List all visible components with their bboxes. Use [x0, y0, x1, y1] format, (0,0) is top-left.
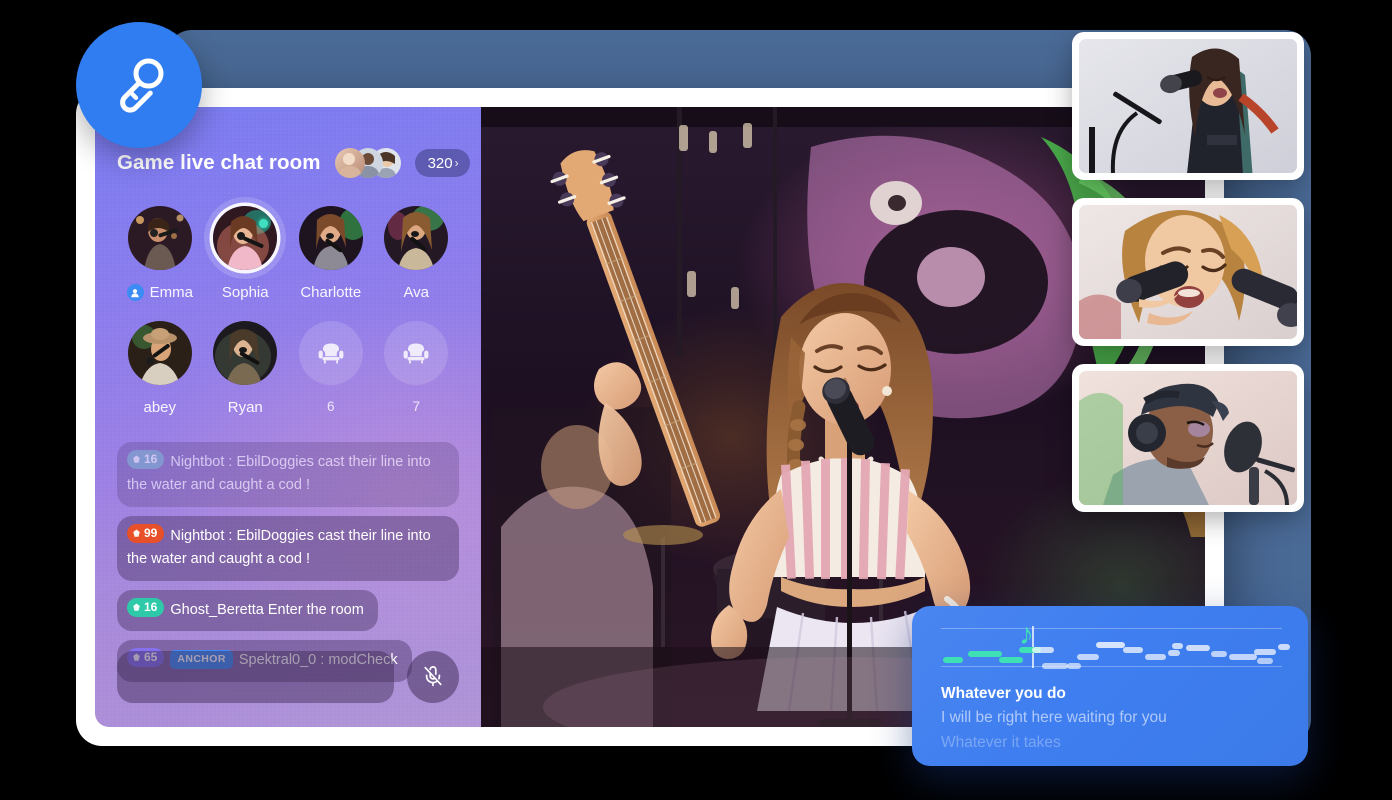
pitch-bar-upcoming	[1032, 647, 1054, 653]
seat-label: Emma	[149, 284, 193, 301]
chevron-right-icon: ›	[454, 156, 459, 170]
level-badge: 16	[127, 450, 165, 469]
viewer-avatar-stack[interactable]	[334, 148, 401, 178]
pitch-bar-upcoming	[1254, 649, 1276, 655]
lyric-line-next: I will be right here waiting for you	[941, 709, 1167, 727]
pitch-bar-upcoming	[1123, 647, 1143, 653]
level-value: 16	[144, 599, 158, 614]
gem-icon	[133, 529, 140, 537]
music-note-icon: ♪	[1019, 618, 1034, 651]
message-composer	[117, 651, 459, 703]
armchair-icon	[384, 321, 449, 385]
thumbnail-image	[1079, 371, 1297, 505]
seat-label-wrap: 6	[327, 399, 335, 414]
brand-logo	[76, 22, 202, 148]
seat-label-wrap: Ryan	[228, 399, 263, 416]
level-value: 99	[144, 525, 158, 540]
thumbnail-singer-3[interactable]	[1072, 364, 1304, 512]
armchair-icon	[298, 321, 363, 385]
pitch-bar-upcoming	[1096, 642, 1125, 648]
seat-label: Charlotte	[300, 284, 362, 301]
seat-label: 7	[412, 399, 420, 414]
chat-message-text: Ghost_Beretta Enter the room	[170, 601, 364, 618]
lyric-line-later: Whatever it takes	[941, 733, 1061, 751]
chat-message-text: Nightbot : EbilDoggies cast their line i…	[127, 454, 431, 494]
seat-empty-6[interactable]: 6	[288, 321, 374, 416]
thumbnail-singer-1[interactable]	[1072, 32, 1304, 180]
seat-label: Ava	[403, 284, 430, 301]
pitch-bar-upcoming	[1278, 644, 1290, 650]
pitch-bar-sung	[999, 657, 1023, 663]
avatar	[213, 206, 278, 270]
seat-abey[interactable]: abey	[117, 321, 203, 416]
pitch-bar-upcoming	[1186, 645, 1210, 651]
seat-label: 6	[326, 399, 335, 414]
avatar	[384, 206, 449, 270]
lyrics-karaoke-card[interactable]: ♪ Whatever you do I will be right here w…	[912, 606, 1308, 766]
seat-label-wrap: abey	[143, 399, 176, 416]
pitch-bar-upcoming	[1257, 658, 1273, 664]
avatar	[298, 206, 363, 270]
avatar	[127, 321, 192, 385]
seat-ava[interactable]: Ava	[374, 206, 460, 301]
pitch-track: ♪	[941, 620, 1290, 670]
thumbnail-image	[1079, 39, 1297, 173]
viewer-count-badge[interactable]: 320 ›	[414, 149, 470, 177]
pitch-bar-upcoming	[1211, 651, 1227, 657]
avatar	[127, 206, 192, 270]
chat-message: 16 Ghost_Beretta Enter the room	[117, 589, 378, 632]
level-badge: 99	[127, 523, 165, 543]
seat-label: Sophia	[221, 284, 269, 301]
pitch-bar-upcoming	[1067, 663, 1081, 669]
chat-room-sidebar: Game live chat room 320 › Emma Sophia Ch…	[95, 107, 481, 727]
page-title: Game live chat room	[117, 151, 321, 174]
seat-label: Ryan	[227, 399, 263, 416]
viewer-count-value: 320	[427, 154, 453, 172]
microphone-muted-icon	[421, 664, 445, 691]
gem-icon	[133, 455, 140, 463]
seat-grid: Emma Sophia Charlotte Ava abey Ryan 6 7	[117, 206, 459, 416]
seat-emma[interactable]: Emma	[117, 206, 203, 301]
avatar	[213, 321, 278, 385]
seat-empty-7[interactable]: 7	[374, 321, 460, 416]
host-person-icon	[126, 284, 144, 301]
message-input[interactable]	[117, 651, 394, 703]
pitch-bar-upcoming	[1077, 654, 1099, 660]
seat-label-wrap: Emma	[126, 284, 193, 301]
level-value: 16	[144, 451, 158, 466]
viewer-avatar-1	[334, 148, 365, 178]
thumbnail-image	[1079, 205, 1297, 339]
seat-label-wrap: Sophia	[222, 284, 269, 301]
seat-label-wrap: 7	[412, 399, 420, 414]
level-badge: 16	[127, 597, 165, 617]
microphone-icon	[108, 52, 170, 119]
seat-charlotte[interactable]: Charlotte	[288, 206, 374, 301]
thumbnail-singer-2[interactable]	[1072, 198, 1304, 346]
pitch-bar-upcoming	[1145, 654, 1166, 660]
pitch-bar-sung	[968, 651, 1002, 657]
participant-thumbnail-rail	[1072, 32, 1304, 512]
gem-icon	[133, 603, 140, 611]
pitch-bar-upcoming	[1172, 643, 1183, 649]
seat-sophia[interactable]: Sophia	[203, 206, 289, 301]
seat-ryan[interactable]: Ryan	[203, 321, 289, 416]
mic-mute-button[interactable]	[407, 651, 459, 703]
seat-label-wrap: Ava	[403, 284, 429, 301]
chat-message-text: Nightbot : EbilDoggies cast their line i…	[127, 527, 431, 568]
lyric-line-active: Whatever you do	[941, 685, 1066, 702]
seat-label-wrap: Charlotte	[300, 284, 361, 301]
chat-message: 16 Nightbot : EbilDoggies cast their lin…	[117, 442, 459, 507]
chat-message: 99 Nightbot : EbilDoggies cast their lin…	[117, 515, 459, 581]
pitch-bar-upcoming	[1229, 654, 1257, 660]
pitch-guide-line-bottom	[941, 666, 1282, 667]
seat-label: abey	[143, 399, 177, 416]
pitch-bar-sung	[943, 657, 963, 663]
pitch-bar-upcoming	[1042, 663, 1068, 669]
pitch-guide-line-top	[941, 628, 1282, 629]
pitch-bar-upcoming	[1168, 650, 1180, 656]
chat-message-list[interactable]: 16 Nightbot : EbilDoggies cast their lin…	[117, 442, 459, 682]
